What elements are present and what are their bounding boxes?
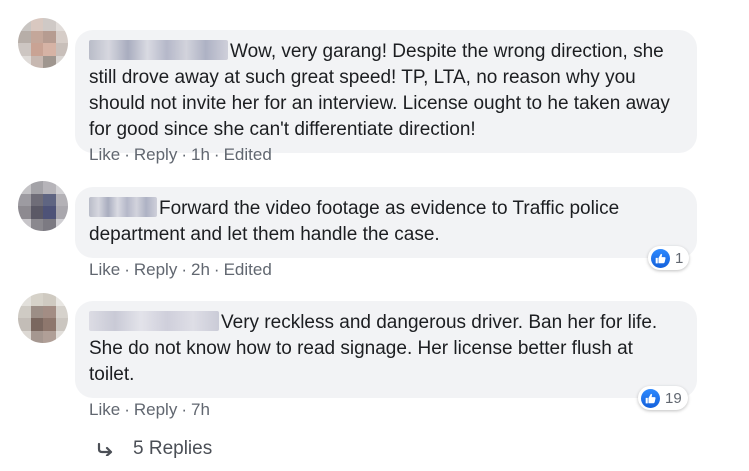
reply-arrow-icon [97, 442, 113, 456]
comment-bubble: Wow, very garang! Despite the wrong dire… [75, 30, 697, 153]
avatar[interactable] [18, 18, 68, 68]
reaction-summary[interactable]: 19 [638, 386, 688, 410]
timestamp[interactable]: 2h [191, 260, 210, 279]
separator: · [181, 400, 187, 419]
comment-bubble: Forward the video footage as evidence to… [75, 187, 697, 258]
author-name[interactable] [89, 197, 157, 217]
reaction-summary[interactable]: 1 [648, 246, 690, 270]
avatar[interactable] [18, 181, 68, 231]
author-name[interactable] [89, 40, 228, 60]
edited-label[interactable]: Edited [224, 260, 272, 279]
reply-link[interactable]: Reply [134, 260, 177, 279]
separator: · [213, 145, 220, 164]
reply-link[interactable]: Reply [134, 145, 177, 164]
like-link[interactable]: Like [89, 400, 120, 419]
separator: · [124, 145, 130, 164]
like-link[interactable]: Like [89, 260, 120, 279]
edited-label[interactable]: Edited [224, 145, 272, 164]
comment-actions: Like · Reply · 7h [89, 400, 210, 420]
thumbs-up-icon [641, 388, 660, 408]
avatar[interactable] [18, 293, 68, 343]
author-name[interactable] [89, 311, 219, 331]
comment-bubble: Very reckless and dangerous driver. Ban … [75, 301, 697, 398]
reaction-count: 19 [665, 389, 682, 407]
separator: · [124, 400, 130, 419]
separator: · [213, 260, 220, 279]
separator: · [124, 260, 130, 279]
view-replies-link[interactable]: 5 Replies [97, 438, 212, 460]
like-link[interactable]: Like [89, 145, 120, 164]
comment-actions: Like · Reply · 2h · Edited [89, 260, 272, 280]
comment-actions: Like · Reply · 1h · Edited [89, 145, 272, 165]
timestamp[interactable]: 1h [191, 145, 210, 164]
reaction-count: 1 [675, 249, 684, 267]
thumbs-up-icon [651, 248, 670, 268]
replies-count-label[interactable]: 5 Replies [133, 438, 212, 460]
separator: · [181, 145, 187, 164]
reply-link[interactable]: Reply [134, 400, 177, 419]
comment-text: Forward the video footage as evidence to… [89, 198, 620, 245]
timestamp[interactable]: 7h [191, 400, 210, 419]
separator: · [181, 260, 187, 279]
